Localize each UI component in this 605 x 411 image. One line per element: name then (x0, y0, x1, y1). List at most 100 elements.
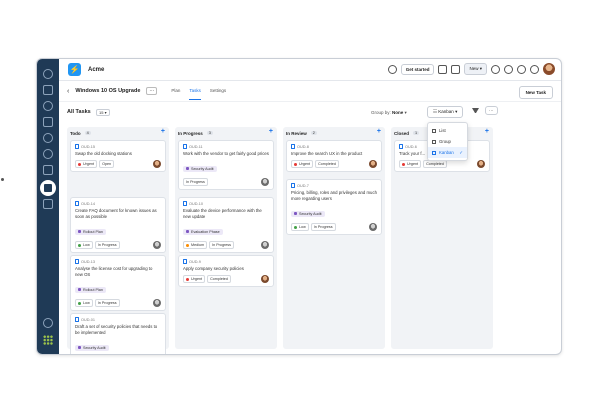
add-card-plus-icon[interactable]: + (377, 128, 381, 135)
tab-plan[interactable]: Plan (171, 82, 180, 100)
notification-icon[interactable] (43, 149, 53, 159)
view-switcher-button[interactable]: ☷ Kanban ▾ (427, 106, 464, 118)
help-icon[interactable] (43, 133, 53, 143)
view-option-kanban[interactable]: Kanban ✓ (428, 147, 467, 158)
task-chip[interactable]: In Progress (94, 299, 120, 307)
clock-icon[interactable] (517, 64, 526, 74)
task-id: OUD-9 (189, 259, 201, 264)
add-card-plus-icon[interactable]: + (269, 128, 273, 135)
assignee-avatar[interactable] (261, 241, 269, 249)
task-title: Improve the search UX in the product (291, 151, 363, 156)
task-chips: Low In Progress (75, 299, 161, 307)
task-chip-label: In Progress (97, 243, 117, 247)
assignee-avatar[interactable] (153, 299, 161, 307)
project-title: Windows 10 OS Upgrade (75, 88, 141, 94)
settings-icon[interactable] (530, 64, 539, 74)
tab-tasks[interactable]: Tasks (189, 82, 201, 100)
task-chip[interactable]: In Progress (183, 178, 208, 186)
task-doc-icon (399, 144, 403, 149)
grid-icon[interactable] (451, 64, 461, 74)
task-card[interactable]: OUD-11 Work with the vendor to get fairly… (178, 140, 274, 190)
task-card[interactable]: OUD-13 Analyse the license cost for upgra… (70, 255, 166, 311)
projects-icon[interactable] (40, 180, 56, 196)
task-chip[interactable]: In Progress (310, 223, 336, 231)
get-started-button[interactable]: Get started (400, 63, 435, 75)
task-chip[interactable]: Low (291, 223, 309, 231)
task-chip-label: In Progress (186, 180, 205, 184)
new-task-button[interactable]: New Task (518, 86, 553, 99)
task-chip[interactable]: Urgent (75, 160, 98, 168)
task-chip[interactable]: In Progress (94, 241, 120, 249)
assignee-avatar[interactable] (261, 275, 269, 283)
task-card[interactable]: OUD-8 Improve the search UX in the produc… (286, 140, 382, 172)
task-card[interactable]: OUD-14 Create FAQ document for known issu… (70, 197, 166, 253)
filter-more-button[interactable]: ··· (485, 106, 498, 115)
view-menu: List Group Kanban ✓ (427, 122, 468, 161)
task-chips: Urgent Completed (399, 160, 485, 168)
task-chip[interactable]: Urgent (399, 160, 422, 168)
tab-settings[interactable]: Settings (210, 82, 226, 100)
task-chip[interactable]: In Progress (209, 241, 234, 249)
search-icon[interactable] (387, 64, 397, 74)
task-card[interactable]: OUD-10 Evaluate the device performance wi… (178, 197, 274, 253)
task-chip[interactable]: Completed (315, 160, 339, 168)
add-card-plus-icon[interactable]: + (485, 128, 489, 135)
all-tasks-dropdown[interactable]: All Tasks (67, 109, 91, 115)
app-window: ⚡ Acme Get started New ▾ ‹ Windows 10 OS… (36, 58, 562, 355)
settings-icon[interactable] (43, 101, 53, 111)
inbox-icon[interactable] (43, 85, 53, 95)
project-more-button[interactable]: ··· (146, 87, 158, 95)
task-chip[interactable]: Open (99, 160, 115, 168)
task-doc-icon (75, 201, 79, 206)
task-chips: In Progress (183, 178, 269, 186)
task-chip[interactable]: Urgent (183, 275, 206, 283)
app-grid-icon[interactable] (43, 335, 53, 345)
assignee-avatar[interactable] (261, 178, 269, 186)
task-chip[interactable]: Low (75, 241, 93, 249)
assignee-avatar[interactable] (153, 241, 161, 249)
task-chip[interactable]: Medium (183, 241, 208, 249)
task-chip[interactable]: Low (75, 299, 93, 307)
new-dropdown-button[interactable]: New ▾ (464, 63, 487, 75)
task-tag: Rollout Plan (75, 228, 106, 235)
database-icon[interactable] (43, 199, 53, 209)
tag-swatch-icon (186, 230, 189, 233)
view-option-list[interactable]: List (428, 125, 467, 136)
view-label: Kanban (438, 109, 454, 114)
priority-dot-icon (186, 277, 189, 281)
assignee-avatar[interactable] (369, 223, 377, 231)
assignee-avatar[interactable] (477, 160, 485, 168)
filter-icon[interactable] (472, 108, 479, 115)
assignee-avatar[interactable] (153, 160, 161, 168)
task-title: Pricing, billing, roles and privileges a… (291, 190, 377, 201)
task-doc-icon (183, 259, 187, 264)
calendar-icon[interactable] (438, 64, 448, 74)
user-avatar[interactable] (543, 63, 555, 75)
task-chip-label: Urgent (191, 277, 203, 281)
task-chips: Low In Progress (75, 241, 161, 249)
task-card[interactable]: OUD-7 Pricing, billing, roles and privile… (286, 179, 382, 235)
task-chip[interactable]: Completed (207, 275, 231, 283)
back-chevron-icon[interactable]: ‹ (67, 88, 69, 95)
view-option-group[interactable]: Group (428, 136, 467, 147)
screenshot-stage: ⚡ Acme Get started New ▾ ‹ Windows 10 OS… (0, 0, 605, 411)
home-icon[interactable] (43, 69, 53, 79)
column-title: Closed (394, 130, 410, 136)
task-card[interactable]: OUD-15 Swap the old docking stations Urgen… (70, 140, 166, 172)
help-icon[interactable] (504, 64, 513, 74)
priority-dot-icon (78, 162, 81, 166)
priority-dot-icon (402, 162, 405, 166)
task-tag-label: Security Audit (299, 211, 322, 216)
settings-gear-icon[interactable] (43, 318, 53, 328)
task-chip[interactable]: Completed (423, 160, 447, 168)
task-card[interactable]: OUD-01 Draft a set of security policies t… (70, 313, 166, 354)
add-card-plus-icon[interactable]: + (161, 128, 165, 135)
task-card[interactable]: OUD-9 Apply company security policies Urge… (178, 255, 274, 287)
group-by-control[interactable]: Group by: None ▾ (371, 110, 407, 116)
reports-icon[interactable] (43, 165, 53, 175)
calendar-icon[interactable] (43, 117, 53, 127)
bell-icon[interactable] (491, 64, 500, 74)
assignee-avatar[interactable] (369, 160, 377, 168)
task-chip[interactable]: Urgent (291, 160, 314, 168)
acme-logo-icon: ⚡ (68, 63, 81, 76)
